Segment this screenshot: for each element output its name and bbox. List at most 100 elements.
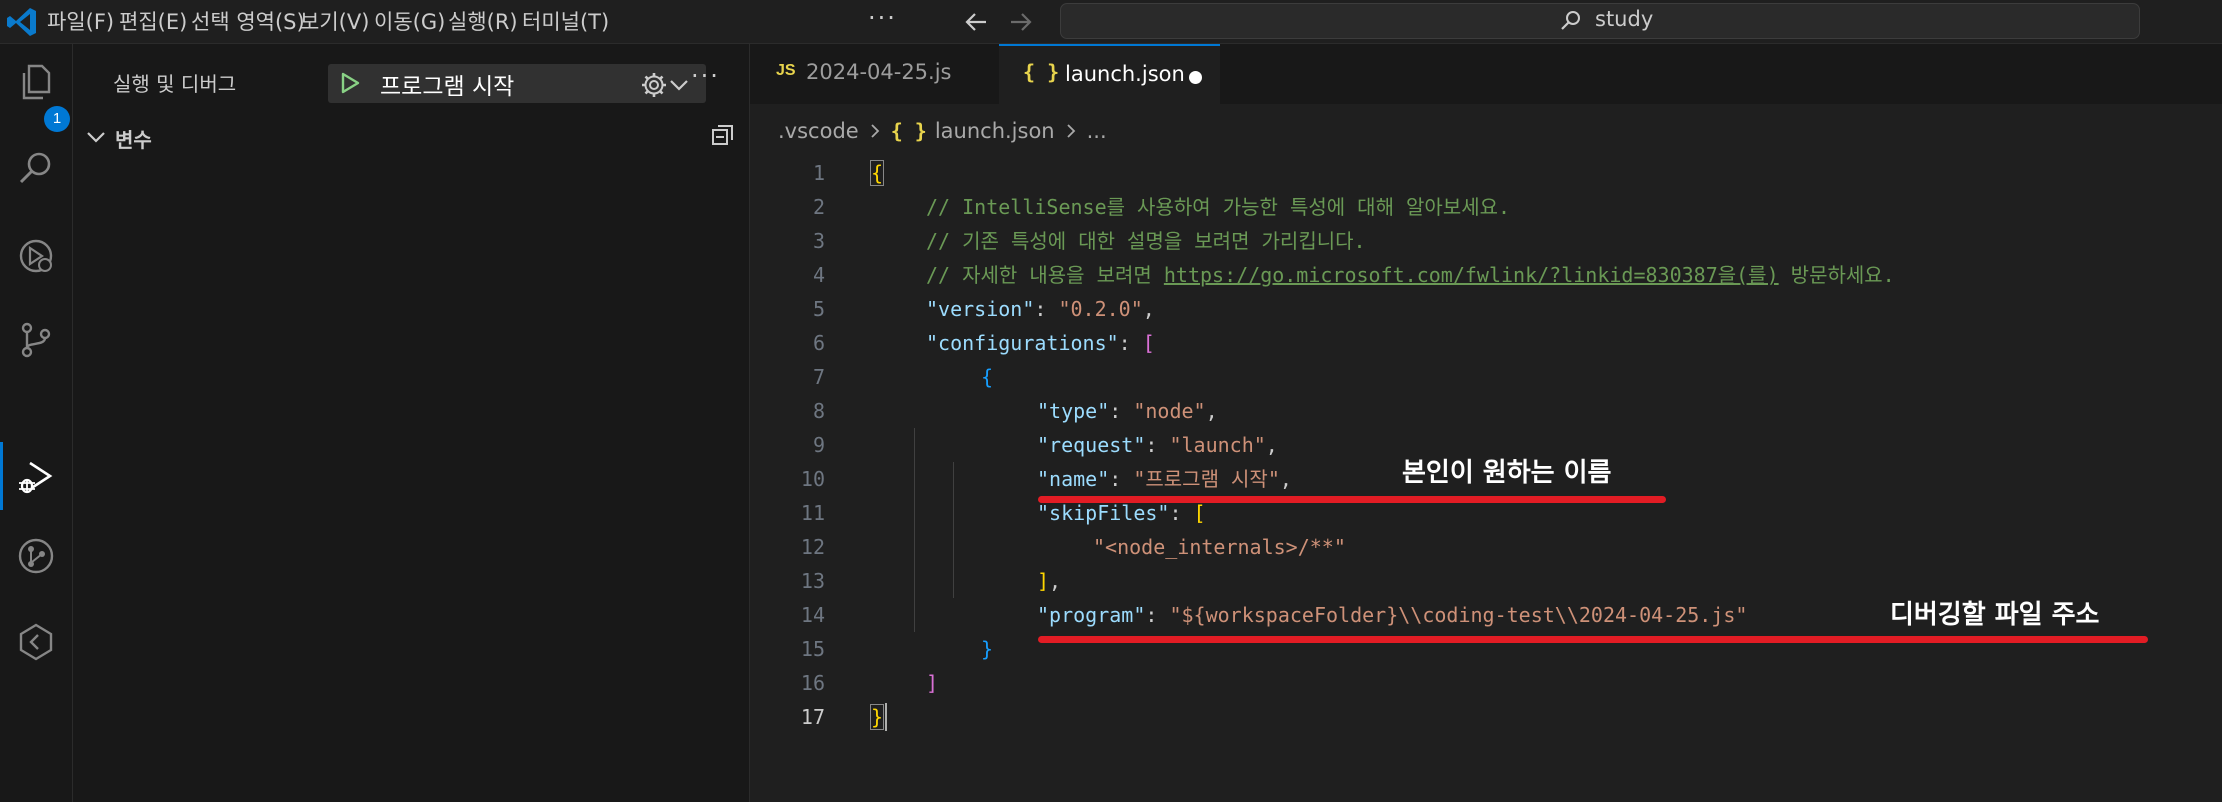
code-token: : xyxy=(1169,501,1194,525)
json-value: "프로그램 시작" xyxy=(1133,467,1280,491)
json-file-icon: { } xyxy=(890,119,927,143)
code-line: 2 // IntelliSense를 사용하여 가능한 특성에 대해 알아보세요… xyxy=(750,190,2222,224)
tab-2024-04-25-js[interactable]: JS 2024-04-25.js xyxy=(750,44,998,104)
vscode-logo-icon xyxy=(7,8,36,36)
git-graph-icon xyxy=(18,538,54,574)
menu-run[interactable]: 실행(R) xyxy=(448,6,518,38)
code-token: } xyxy=(981,637,994,661)
line-number: 13 xyxy=(800,569,825,593)
activity-run-debug[interactable] xyxy=(8,449,64,505)
search-icon xyxy=(19,152,51,184)
code-link[interactable]: https://go.microsoft.com/fwlink/?linkid=… xyxy=(1164,263,1779,287)
menu-terminal[interactable]: 터미널(T) xyxy=(522,6,609,38)
line-number: 5 xyxy=(812,297,825,321)
json-key: "request" xyxy=(1037,433,1146,457)
json-file-icon: { } xyxy=(1023,60,1060,84)
menu-selection[interactable]: 선택 영역(S) xyxy=(191,6,305,38)
json-value: "launch" xyxy=(1169,433,1266,457)
chevron-down-icon[interactable] xyxy=(668,74,690,96)
code-token: , xyxy=(1279,467,1292,491)
menu-file[interactable]: 파일(F) xyxy=(47,6,114,38)
activity-explorer[interactable]: 1 xyxy=(8,54,70,132)
json-key: "type" xyxy=(1037,399,1110,423)
code-token: : xyxy=(1118,331,1143,355)
menu-edit[interactable]: 편집(E) xyxy=(119,6,187,38)
line-number: 8 xyxy=(812,399,825,423)
command-center[interactable]: study xyxy=(1060,3,2140,39)
annotation-underline-name xyxy=(1038,496,1666,503)
javascript-file-icon: JS xyxy=(776,62,796,79)
code-token: { xyxy=(869,160,885,186)
code-token: ] xyxy=(1037,569,1050,593)
play-icon[interactable] xyxy=(338,71,362,95)
code-line: 12 "<node_internals>/**" xyxy=(750,530,2222,564)
menu-go[interactable]: 이동(G) xyxy=(374,6,445,38)
annotation-program-note: 디버깅할 파일 주소 xyxy=(1890,600,2100,630)
line-number: 16 xyxy=(800,671,825,695)
code-token: , xyxy=(1142,297,1155,321)
run-debug-sidebar: 실행 및 디버그 프로그램 시작 ··· 변수 xyxy=(73,44,750,802)
activity-run-debug-alt[interactable] xyxy=(8,228,64,284)
run-debug-icon xyxy=(19,239,53,273)
line-number: 3 xyxy=(812,229,825,253)
forward-arrow-icon[interactable] xyxy=(1005,6,1037,38)
editor-area: JS 2024-04-25.js { } launch.json .vscode… xyxy=(750,44,2222,802)
line-number: 10 xyxy=(800,467,825,491)
line-number: 7 xyxy=(812,365,825,389)
line-number: 14 xyxy=(800,603,825,627)
activity-search[interactable] xyxy=(8,141,64,197)
code-token: : xyxy=(1145,433,1170,457)
activity-source-control[interactable] xyxy=(8,312,64,368)
breadcrumb-symbol[interactable]: ... xyxy=(1087,119,1107,143)
breadcrumb-folder[interactable]: .vscode xyxy=(778,119,859,143)
tab-label: 2024-04-25.js xyxy=(806,60,952,84)
json-key: "version" xyxy=(926,297,1035,321)
code-token: : xyxy=(1145,603,1170,627)
chevron-down-icon xyxy=(87,132,105,143)
breadcrumb: .vscode { } launch.json... xyxy=(778,118,1107,148)
code-token: , xyxy=(1049,569,1062,593)
search-icon xyxy=(1561,11,1580,30)
variables-label: 변수 xyxy=(115,128,152,152)
more-actions-icon[interactable]: ··· xyxy=(691,62,720,90)
line-number: 4 xyxy=(812,263,825,287)
json-key: "configurations" xyxy=(926,331,1119,355)
collapse-all-icon[interactable] xyxy=(710,122,736,148)
extension-icon xyxy=(19,623,53,661)
explorer-badge: 1 xyxy=(44,106,70,132)
line-number: 12 xyxy=(800,535,825,559)
annotation-underline-program xyxy=(1038,636,2148,643)
text-cursor xyxy=(885,703,887,731)
code-token: : xyxy=(1034,297,1059,321)
tab-label: launch.json xyxy=(1065,62,1185,86)
unsaved-dot-icon[interactable] xyxy=(1189,71,1202,84)
menu-more-icon[interactable]: ··· xyxy=(868,4,897,32)
code-line: 8 "type": "node", xyxy=(750,394,2222,428)
gear-icon[interactable] xyxy=(639,70,669,100)
tab-bar: JS 2024-04-25.js { } launch.json xyxy=(750,44,2222,104)
json-key: "name" xyxy=(1037,467,1110,491)
json-value: "<node_internals>/**" xyxy=(1093,535,1346,559)
explorer-icon xyxy=(22,64,51,100)
chevron-right-icon xyxy=(871,124,879,138)
code-comment: 방문하세요. xyxy=(1778,263,1895,287)
menu-view[interactable]: 보기(V) xyxy=(300,6,369,38)
activity-extension[interactable] xyxy=(8,614,64,670)
code-line: 3 // 기존 특성에 대한 설명을 보려면 가리킵니다. xyxy=(750,224,2222,258)
json-key: "program" xyxy=(1037,603,1146,627)
line-number: 17 xyxy=(800,705,825,729)
code-token: [ xyxy=(1193,501,1206,525)
activity-git-graph[interactable] xyxy=(8,528,64,584)
code-comment: // 기존 특성에 대한 설명을 보려면 가리킵니다. xyxy=(926,229,1366,253)
variables-section-header[interactable]: 변수 xyxy=(85,120,735,154)
line-number: 15 xyxy=(800,637,825,661)
back-arrow-icon[interactable] xyxy=(960,6,992,38)
activity-bar: 1 xyxy=(0,44,73,802)
code-token: { xyxy=(981,365,994,389)
tab-launch-json[interactable]: { } launch.json xyxy=(999,44,1220,104)
code-token: [ xyxy=(1142,331,1155,355)
line-number: 1 xyxy=(812,161,825,185)
breadcrumb-file[interactable]: launch.json xyxy=(935,119,1055,143)
annotation-name-note: 본인이 원하는 이름 xyxy=(1402,458,1612,488)
sidebar-title: 실행 및 디버그 xyxy=(113,72,237,96)
